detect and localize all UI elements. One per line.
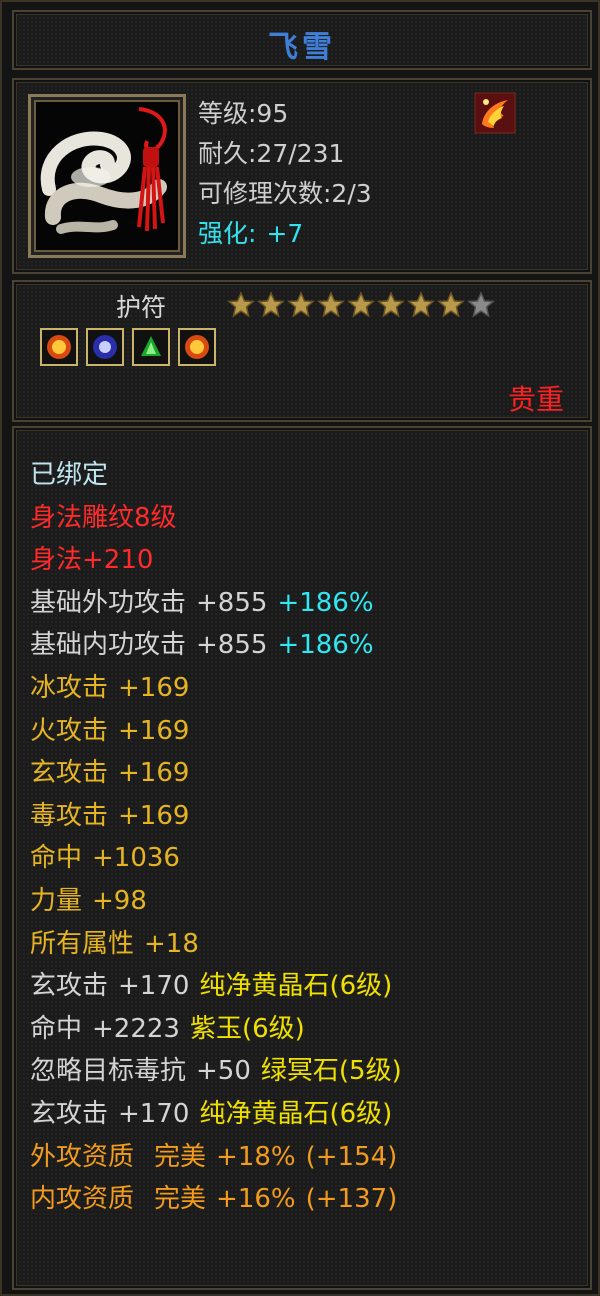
star-filled-icon: [437, 291, 465, 318]
gem-name: 纯净黄晶石(6级): [199, 971, 393, 1002]
title-bar: 飞雪: [12, 10, 592, 70]
attr-label: 冰攻击: [30, 672, 109, 703]
item-type-label: 护符: [116, 293, 167, 322]
attr-percent: +18%: [216, 1141, 296, 1172]
durability-text: 耐久:27/231: [198, 139, 345, 168]
attr-label: 内攻资质: [30, 1184, 135, 1215]
attribute-panel: 已绑定 身法雕纹8级 身法+210 基础外功攻击 +855 +186% 基础内功攻击…: [12, 426, 592, 1290]
moon-gem-icon[interactable]: [86, 328, 124, 366]
phoenix-flame-icon[interactable]: [474, 92, 516, 134]
ice-attack-attribute: 冰攻击 +169: [30, 667, 402, 710]
jade-amulet-icon[interactable]: [28, 94, 186, 258]
attr-value: +170: [118, 971, 190, 1002]
item-stats: 等级:95 耐久:27/231 可修理次数:2/3 强化: +7: [198, 94, 372, 254]
aptitude-attribute-1: 外攻资质 完美 +18% (+154): [30, 1136, 402, 1179]
attr-value: +855: [196, 630, 268, 661]
gem-attribute-2: 命中 +2223 紫玉(6级): [30, 1008, 402, 1051]
attribute-list: 已绑定 身法雕纹8级 身法+210 基础外功攻击 +855 +186% 基础内功攻击…: [30, 454, 402, 1221]
hit-attribute: 命中 +1036: [30, 837, 402, 880]
attr-bonus: (+137): [305, 1184, 398, 1215]
sub-info-panel: 护符 贵重: [12, 280, 592, 422]
attr-value: +169: [118, 715, 190, 746]
attr-label: 火攻击: [30, 715, 109, 746]
gem-attribute-1: 玄攻击 +170 纯净黄晶石(6级): [30, 965, 402, 1008]
attr-value: +50: [196, 1056, 251, 1087]
attr-label: 基础内功攻击: [30, 630, 187, 661]
sun-gem-icon[interactable]: [40, 328, 78, 366]
star-rating: [226, 290, 496, 320]
attr-value: +18: [144, 928, 199, 959]
agility-attribute: 身法+210: [30, 545, 154, 576]
aptitude-attribute-2: 内攻资质 完美 +16% (+137): [30, 1178, 402, 1221]
ext-attack-attribute: 基础外功攻击 +855 +186%: [30, 582, 402, 625]
attr-label: 玄攻击: [30, 1098, 109, 1129]
attr-label: 力量: [30, 885, 83, 916]
item-info-panel: 等级:95 耐久:27/231 可修理次数:2/3 强化: +7: [12, 78, 592, 274]
repair-count-text: 可修理次数:2/3: [198, 179, 372, 208]
star-empty-icon: [467, 291, 495, 318]
attr-value: +98: [92, 885, 147, 916]
all-attributes: 所有属性 +18: [30, 923, 402, 966]
engrave-attribute: 身法雕纹8级: [30, 502, 177, 533]
attr-label: 玄攻击: [30, 758, 109, 789]
attr-value: +169: [118, 672, 190, 703]
item-name: 飞雪: [268, 30, 336, 65]
rarity-label: 贵重: [507, 383, 564, 416]
level-text: 等级:95: [198, 99, 289, 128]
aptitude-quality: 完美: [154, 1184, 207, 1215]
gem-name: 紫玉(6级): [189, 1013, 305, 1044]
enhance-label: 强化:: [198, 219, 257, 248]
gem-name: 绿冥石(5级): [260, 1056, 402, 1087]
star-filled-icon: [347, 291, 375, 318]
star-filled-icon: [227, 291, 255, 318]
attr-value: +855: [196, 587, 268, 618]
poison-attack-attribute: 毒攻击 +169: [30, 795, 402, 838]
attr-value: +1036: [92, 843, 180, 874]
enhance-value: +7: [266, 219, 304, 248]
attr-percent: +16%: [216, 1184, 296, 1215]
strength-attribute: 力量 +98: [30, 880, 402, 923]
attr-label: 命中: [30, 843, 83, 874]
attr-label: 忽略目标毒抗: [30, 1056, 187, 1087]
attr-label: 玄攻击: [30, 971, 109, 1002]
star-filled-icon: [407, 291, 435, 318]
star-filled-icon: [257, 291, 285, 318]
attr-percent: +186%: [277, 630, 374, 661]
gem-attribute-3: 忽略目标毒抗 +50 绿冥石(5级): [30, 1050, 402, 1093]
attr-label: 命中: [30, 1013, 83, 1044]
attr-label: 外攻资质: [30, 1141, 135, 1172]
star-filled-icon: [377, 291, 405, 318]
attr-label: 毒攻击: [30, 800, 109, 831]
attr-value: +169: [118, 758, 190, 789]
bound-status: 已绑定: [30, 460, 109, 490]
attr-value: +169: [118, 800, 190, 831]
attr-value: +170: [118, 1098, 190, 1129]
attr-percent: +186%: [277, 587, 374, 618]
attr-bonus: (+154): [305, 1141, 398, 1172]
leaf-gem-icon[interactable]: [132, 328, 170, 366]
gem-attribute-4: 玄攻击 +170 纯净黄晶石(6级): [30, 1093, 402, 1136]
gem-name: 纯净黄晶石(6级): [199, 1098, 393, 1129]
fire-attack-attribute: 火攻击 +169: [30, 710, 402, 753]
star-filled-icon: [317, 291, 345, 318]
mystic-attack-attribute: 玄攻击 +169: [30, 752, 402, 795]
star-filled-icon: [287, 291, 315, 318]
enhance-row: 强化: +7: [198, 214, 372, 254]
int-attack-attribute: 基础内功攻击 +855 +186%: [30, 624, 402, 667]
sun-gem-icon[interactable]: [178, 328, 216, 366]
attr-value: +2223: [92, 1013, 180, 1044]
attr-label: 所有属性: [30, 928, 135, 959]
item-tooltip: 飞雪 等级:95 耐久:27/231 可修理次数:2/3 强化: +7 护符 贵…: [0, 0, 600, 1296]
gem-slots: [40, 328, 216, 366]
aptitude-quality: 完美: [154, 1141, 207, 1172]
attr-label: 基础外功攻击: [30, 587, 187, 618]
